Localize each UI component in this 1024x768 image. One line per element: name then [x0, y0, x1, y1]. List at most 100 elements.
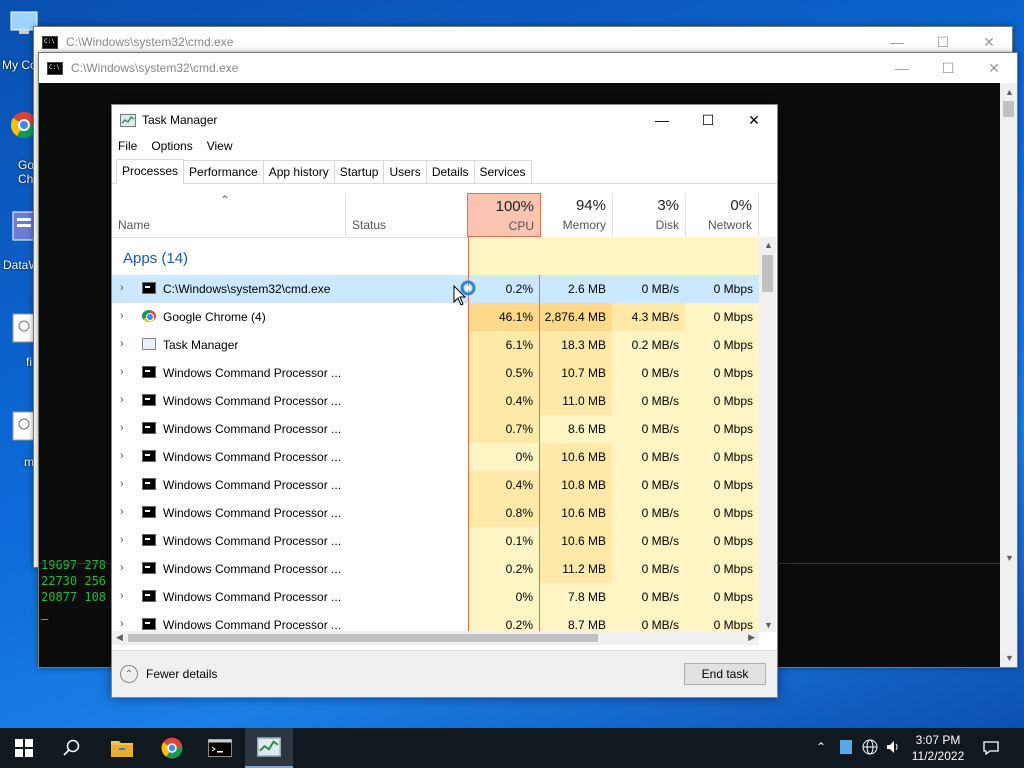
- notifications-icon[interactable]: [982, 739, 1000, 757]
- cmd-icon: [142, 534, 156, 546]
- expand-chevron-icon[interactable]: ›: [120, 506, 124, 518]
- column-header-disk[interactable]: 3% Disk: [613, 193, 686, 237]
- expand-chevron-icon[interactable]: ›: [120, 422, 124, 434]
- table-row[interactable]: › Windows Command Processor ... 0.1% 10.6 M…: [112, 527, 759, 555]
- end-task-button[interactable]: End task: [684, 663, 766, 685]
- tab-startup[interactable]: Startup: [333, 160, 385, 183]
- minimize-button[interactable]: —: [879, 53, 925, 83]
- expand-chevron-icon[interactable]: ›: [120, 478, 124, 490]
- scroll-thumb[interactable]: [762, 255, 773, 292]
- chevron-up-icon: ⌃: [120, 665, 138, 683]
- sort-arrow-icon: ⌃: [220, 193, 231, 207]
- expand-chevron-icon[interactable]: ›: [120, 562, 124, 574]
- scroll-left-arrow[interactable]: ◀: [116, 632, 123, 643]
- cell-memory: 11.0 MB: [540, 387, 612, 415]
- process-list: Apps (14) › C:\Windows\system32\cmd.exe 0.…: [112, 237, 759, 639]
- expand-chevron-icon[interactable]: ›: [120, 394, 124, 406]
- search-icon: [63, 739, 80, 756]
- fewer-details-button[interactable]: ⌃ Fewer details: [120, 665, 217, 683]
- expand-chevron-icon[interactable]: ›: [120, 366, 124, 378]
- cell-cpu: 46.1%: [468, 303, 540, 331]
- task-manager-icon: [142, 338, 156, 350]
- column-header-cpu[interactable]: 100% CPU: [467, 193, 541, 237]
- show-hidden-icons-button[interactable]: ⌃: [816, 740, 826, 754]
- table-row[interactable]: › Windows Command Processor ... 0.4% 11.0 M…: [112, 387, 759, 415]
- minimize-button[interactable]: —: [639, 105, 685, 135]
- cell-memory: 10.6 MB: [540, 499, 612, 527]
- search-button[interactable]: [48, 728, 96, 768]
- close-button[interactable]: ✕: [731, 105, 777, 135]
- scroll-up-arrow[interactable]: ▲: [1005, 87, 1014, 97]
- title-bar[interactable]: C:\Windows\system32\cmd.exe: [39, 53, 1017, 83]
- scroll-down-arrow[interactable]: ▼: [1005, 653, 1014, 663]
- expand-chevron-icon[interactable]: ›: [120, 450, 124, 462]
- cell-disk: 0 MB/s: [612, 359, 685, 387]
- expand-chevron-icon[interactable]: ›: [120, 338, 124, 350]
- process-name: Windows Command Processor ...: [163, 618, 342, 632]
- table-row[interactable]: › Windows Command Processor ... 0% 10.6 MB 0…: [112, 443, 759, 471]
- column-header-memory[interactable]: 94% Memory: [541, 193, 613, 237]
- network-globe-icon[interactable]: [862, 739, 878, 755]
- cell-memory: 10.7 MB: [540, 359, 612, 387]
- process-name: Windows Command Processor ...: [163, 450, 342, 464]
- maximize-button[interactable]: ☐: [685, 105, 731, 135]
- tab-processes[interactable]: Processes: [116, 159, 185, 184]
- menu-view[interactable]: View: [207, 139, 233, 153]
- expand-chevron-icon[interactable]: ›: [120, 310, 124, 322]
- column-header-status[interactable]: Status: [346, 193, 468, 237]
- column-header-row: ⌃ Name Status 100% CPU 94% Memory 3% Dis…: [112, 193, 759, 238]
- table-row[interactable]: › Windows Command Processor ... 0.4% 10.8 M…: [112, 471, 759, 499]
- cmd-icon: [142, 422, 156, 434]
- clock[interactable]: 3:07 PM 11/2/2022: [902, 732, 974, 764]
- table-row[interactable]: › Windows Command Processor ... 0% 7.8 MB 0 …: [112, 583, 759, 611]
- column-header-network[interactable]: 0% Network: [686, 193, 759, 237]
- cell-disk: 4.3 MB/s: [612, 303, 685, 331]
- start-button[interactable]: [0, 728, 48, 768]
- expand-chevron-icon[interactable]: ›: [120, 618, 124, 630]
- cell-disk: 0 MB/s: [612, 387, 685, 415]
- table-row[interactable]: › Windows Command Processor ... 0.5% 10.7 M…: [112, 359, 759, 387]
- volume-icon[interactable]: [885, 739, 901, 755]
- tab-services[interactable]: Services: [473, 160, 532, 183]
- file-explorer-button[interactable]: [98, 728, 146, 768]
- table-row[interactable]: › Windows Command Processor ... 0.7% 8.6 MB…: [112, 415, 759, 443]
- table-row[interactable]: › Google Chrome (4) 46.1% 2,876.4 MB 4.3 MB/…: [112, 303, 759, 331]
- table-row[interactable]: › Windows Command Processor ... 0.8% 10.6 M…: [112, 499, 759, 527]
- menu-file[interactable]: File: [118, 139, 137, 153]
- app-tray-icon[interactable]: [840, 740, 852, 754]
- maximize-button[interactable]: ☐: [925, 53, 971, 83]
- expand-chevron-icon[interactable]: ›: [120, 282, 124, 294]
- tab-app-history[interactable]: App history: [262, 160, 335, 183]
- tab-details[interactable]: Details: [425, 160, 475, 183]
- horizontal-scrollbar[interactable]: ◀ ▶: [112, 631, 759, 645]
- group-header-apps[interactable]: Apps (14): [112, 237, 759, 275]
- table-row[interactable]: › C:\Windows\system32\cmd.exe 0.2% 2.6 MB 0 …: [112, 275, 759, 303]
- scroll-right-arrow[interactable]: ▶: [748, 632, 755, 643]
- chrome-taskbar-button[interactable]: [148, 728, 196, 768]
- expand-chevron-icon[interactable]: ›: [120, 590, 124, 602]
- close-button[interactable]: ✕: [971, 53, 1017, 83]
- scroll-thumb[interactable]: [1003, 101, 1014, 117]
- scroll-down-arrow[interactable]: ▼: [1005, 553, 1014, 563]
- column-header-name[interactable]: ⌃ Name: [112, 193, 346, 237]
- cell-cpu: 0.1%: [468, 527, 540, 555]
- scroll-up-arrow[interactable]: ▲: [764, 240, 773, 250]
- task-manager-window[interactable]: Task Manager — ☐ ✕ File Options View Pro…: [111, 104, 778, 698]
- table-row[interactable]: › Task Manager 6.1% 18.3 MB 0.2 MB/s 0 Mbps: [112, 331, 759, 359]
- tab-performance[interactable]: Performance: [183, 160, 264, 183]
- cell-network: 0 Mbps: [685, 471, 759, 499]
- tab-users[interactable]: Users: [383, 160, 427, 183]
- task-manager-taskbar-button[interactable]: [245, 728, 293, 768]
- process-name: Windows Command Processor ...: [163, 562, 342, 576]
- cell-disk: 0 MB/s: [612, 415, 685, 443]
- expand-chevron-icon[interactable]: ›: [120, 534, 124, 546]
- scroll-thumb[interactable]: [128, 634, 598, 642]
- vertical-scrollbar[interactable]: ▲ ▼ ▼: [1000, 83, 1017, 667]
- cell-network: 0 Mbps: [685, 387, 759, 415]
- vertical-scrollbar[interactable]: ▲ ▼: [759, 237, 776, 632]
- cell-disk: 0 MB/s: [612, 499, 685, 527]
- menu-options[interactable]: Options: [151, 139, 192, 153]
- cmd-taskbar-button[interactable]: [196, 728, 244, 768]
- scroll-down-arrow[interactable]: ▼: [764, 620, 773, 630]
- table-row[interactable]: › Windows Command Processor ... 0.2% 11.2 M…: [112, 555, 759, 583]
